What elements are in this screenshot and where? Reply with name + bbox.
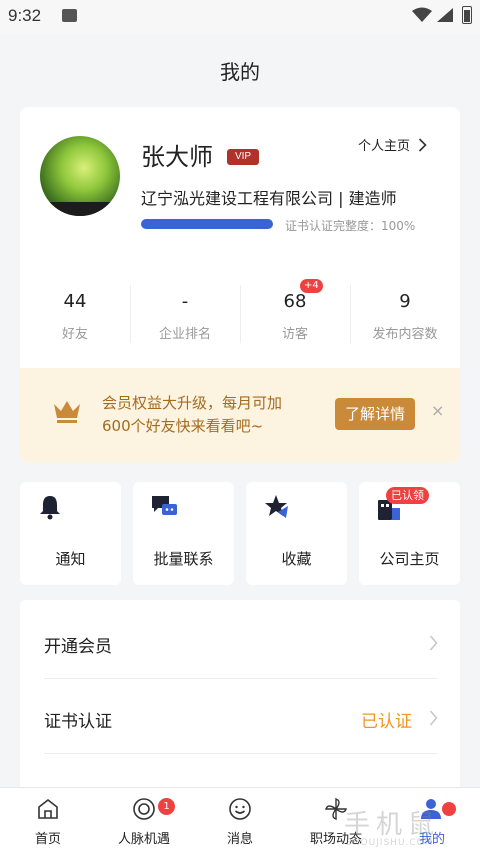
- quick-action-bulk-contact[interactable]: 批量联系: [133, 482, 234, 585]
- cert-progress-label: 证书认证完整度：100%: [285, 219, 416, 233]
- visitor-new-badge: +4: [300, 279, 323, 293]
- stat-posts[interactable]: 9 发布内容数: [350, 285, 460, 345]
- status-time: 9:32: [8, 6, 42, 25]
- watermark-url: SHOUJISHU.COM: [346, 838, 434, 848]
- settings-menu: 开通会员 证书认证 已认证: [20, 600, 460, 790]
- chevron-right-icon: [418, 137, 427, 152]
- promo-line-1: 会员权益大升级，每月可加: [102, 394, 283, 412]
- status-bar: 9:32: [0, 0, 480, 34]
- tab-label: 消息: [226, 832, 253, 847]
- quick-action-label: 收藏: [281, 550, 312, 568]
- tab-label: 首页: [34, 832, 61, 847]
- battery-icon: [462, 6, 472, 24]
- wifi-icon: [412, 7, 432, 22]
- menu-item-membership[interactable]: 开通会员: [44, 604, 438, 679]
- network-icon: [133, 798, 155, 820]
- stat-label: 企业排名: [158, 327, 211, 342]
- chevron-right-icon: [429, 635, 438, 651]
- menu-item-label: 证书认证: [44, 712, 112, 732]
- company-title: 辽宁泓光建设工程有限公司 | 建造师: [141, 189, 397, 208]
- stat-company-rank[interactable]: - 企业排名: [130, 285, 240, 345]
- vip-badge[interactable]: VIP: [227, 149, 259, 165]
- image-notification-icon: [62, 9, 77, 22]
- menu-item-label: 开通会员: [44, 637, 112, 657]
- stat-friends[interactable]: 44 好友: [20, 285, 130, 345]
- watermark-logo: 手机鼠 SHOUJISHU.COM: [296, 796, 480, 853]
- menu-item-certification[interactable]: 证书认证 已认证: [44, 679, 438, 754]
- stat-visitors[interactable]: 68 访客 +4: [240, 279, 350, 345]
- personal-homepage-link[interactable]: 个人主页: [358, 135, 427, 154]
- chat-icon: [152, 496, 177, 515]
- star-icon: [265, 495, 288, 518]
- quick-action-notifications[interactable]: 通知: [20, 482, 121, 585]
- stat-value: 68: [283, 291, 307, 312]
- personal-homepage-label: 个人主页: [358, 139, 411, 154]
- tab-label: 人脉机遇: [117, 832, 170, 847]
- vip-label: VIP: [234, 151, 252, 162]
- learn-more-button[interactable]: 了解详情: [335, 398, 415, 430]
- signal-icon: [437, 8, 453, 22]
- tab-network[interactable]: 1 人脉机遇: [96, 788, 192, 853]
- verified-status: 已认证: [361, 712, 412, 732]
- claimed-badge: 已认领: [386, 487, 429, 504]
- stats-row: 44 好友 - 企业排名 68 访客 +4 9 发布内容数: [20, 279, 460, 345]
- cert-progress-bar: [141, 219, 273, 229]
- quick-action-label: 通知: [55, 550, 86, 568]
- vip-promo-banner: 会员权益大升级，每月可加 600个好友快来看看吧~ 了解详情 ×: [20, 368, 460, 463]
- quick-action-label: 批量联系: [153, 550, 214, 568]
- stat-value: 44: [63, 291, 87, 312]
- watermark-text: 手机鼠: [344, 810, 441, 840]
- promo-text: 会员权益大升级，每月可加 600个好友快来看看吧~: [102, 392, 322, 438]
- crown-icon: [54, 401, 80, 423]
- promo-line-2: 600个好友快来看看吧~: [102, 417, 264, 435]
- quick-action-label: 公司主页: [379, 550, 440, 568]
- stat-value: -: [181, 291, 189, 312]
- network-badge: 1: [158, 798, 175, 815]
- chevron-right-icon: [429, 710, 438, 726]
- home-icon: [38, 798, 58, 819]
- quick-action-favorites[interactable]: 收藏: [246, 482, 347, 585]
- avatar[interactable]: [40, 136, 120, 216]
- quick-action-company-page[interactable]: 已认领 公司主页: [359, 482, 460, 585]
- page-title: 我的: [220, 60, 260, 84]
- bell-icon: [40, 496, 60, 520]
- profile-card: 张大师 VIP 个人主页 辽宁泓光建设工程有限公司 | 建造师 证书认证完整度：…: [20, 107, 460, 463]
- tab-messages[interactable]: 消息: [192, 788, 288, 853]
- stat-label: 发布内容数: [372, 327, 438, 342]
- close-icon[interactable]: ×: [431, 401, 444, 420]
- stat-label: 访客: [281, 327, 308, 342]
- stat-label: 好友: [61, 327, 88, 342]
- tab-home[interactable]: 首页: [0, 788, 96, 853]
- stat-value: 9: [399, 291, 411, 312]
- smile-chat-icon: [229, 798, 251, 820]
- user-name: 张大师: [141, 143, 213, 171]
